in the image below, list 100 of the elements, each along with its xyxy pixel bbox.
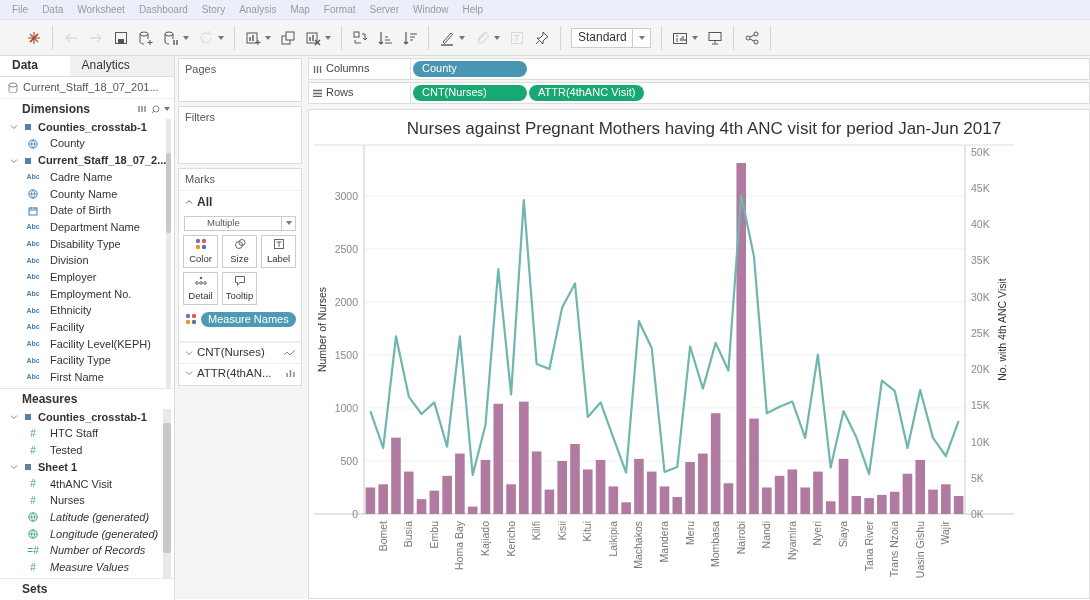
caret-icon[interactable]	[285, 221, 292, 226]
globe-icon	[28, 529, 38, 540]
bar-chart-icon	[286, 369, 295, 378]
sort-descending-icon[interactable]	[402, 29, 418, 46]
database-pause-icon[interactable]	[163, 29, 179, 46]
shelf-title: Filters	[184, 110, 216, 125]
globe-icon	[28, 139, 38, 150]
database-plus-icon[interactable]	[138, 29, 154, 46]
field-name[interactable]: Number of Records	[50, 544, 146, 558]
field-name[interactable]: Cadre Name	[50, 170, 113, 184]
caret-icon[interactable]	[164, 107, 170, 111]
scrollbar[interactable]	[166, 119, 171, 388]
marks-button[interactable]: Color	[183, 234, 218, 268]
field-name[interactable]: Department Name	[50, 220, 140, 235]
field-name[interactable]: County Name	[50, 187, 118, 201]
field-name[interactable]: County	[50, 137, 85, 151]
field-name[interactable]: Measure Values	[50, 560, 130, 575]
bar	[455, 453, 465, 514]
bar	[902, 473, 913, 514]
chart-plus-icon[interactable]	[245, 29, 261, 46]
grid-icon[interactable]	[138, 105, 147, 113]
field-type-icon: #	[24, 494, 42, 507]
axis-tick-label: 20K	[971, 362, 990, 375]
field-name[interactable]: First Name	[50, 371, 104, 385]
data-table-name[interactable]: Counties_crosstab-1	[38, 410, 147, 424]
bar	[570, 443, 580, 514]
field-type-icon: #	[24, 561, 42, 574]
field-name[interactable]: HTC Staff	[50, 427, 99, 441]
pin-icon[interactable]	[534, 29, 550, 46]
detail-icon	[194, 274, 207, 287]
caret-icon[interactable]	[459, 35, 465, 40]
category-label: Mombasa	[709, 520, 722, 567]
chevron-icon[interactable]	[185, 198, 193, 207]
field-name[interactable]: Facility	[50, 321, 85, 335]
data-table-name[interactable]: Counties_crosstab-1	[38, 120, 147, 134]
field-name[interactable]: Facility Type	[50, 354, 111, 368]
duplicate-icon[interactable]	[280, 29, 296, 46]
caret-icon[interactable]	[325, 35, 331, 40]
logo-icon[interactable]	[26, 29, 42, 46]
field-name[interactable]: Ethnicity	[50, 304, 92, 318]
marks-layer-name[interactable]: ATTR(4thAN...	[197, 366, 272, 381]
axis-title: No. with 4th ANC Visit	[996, 277, 1008, 381]
axis-tick-label: 500	[340, 454, 358, 467]
data-table-name[interactable]: Sheet 1	[38, 460, 78, 474]
save-icon[interactable]	[113, 29, 129, 46]
axis-tick-label: 40K	[971, 217, 990, 230]
field-name[interactable]: Tested	[50, 444, 83, 458]
axis-tick-label: 35K	[971, 253, 990, 266]
field-name[interactable]: 4thANC Visit	[50, 477, 113, 491]
bar	[442, 475, 452, 514]
bar	[774, 475, 785, 514]
category-label: Embu	[427, 520, 440, 549]
field-name[interactable]: Nurses	[50, 494, 85, 508]
table-icon	[24, 123, 32, 132]
line-chart-icon	[284, 348, 295, 357]
bar	[838, 458, 849, 514]
marks-button[interactable]: Label	[261, 234, 296, 268]
caret-icon[interactable]	[692, 35, 698, 40]
field-name[interactable]: Longitude (generated)	[50, 527, 159, 541]
category-label: Kericho	[504, 520, 517, 557]
category-label: Nairobi	[734, 520, 747, 554]
presentation-icon[interactable]	[707, 29, 723, 46]
caret-icon[interactable]	[183, 35, 189, 40]
field-name[interactable]: Employer	[50, 270, 97, 285]
caret-icon[interactable]	[638, 35, 645, 40]
field-name[interactable]: Latitude (generated)	[50, 510, 150, 525]
caret-icon[interactable]	[265, 35, 271, 40]
mark-type-dropdown[interactable]: Multiple	[184, 215, 296, 231]
bar	[915, 459, 926, 514]
axis-tick-label: 2500	[334, 242, 358, 255]
table-icon	[24, 156, 32, 165]
marks-section-title[interactable]: All	[197, 195, 213, 210]
search-icon[interactable]	[151, 104, 160, 114]
marks-button[interactable]: Size	[222, 234, 257, 268]
share-icon[interactable]	[744, 29, 760, 46]
globe-icon	[28, 189, 38, 200]
data-source-name[interactable]: Current_Staff_18_07_201...	[23, 80, 159, 95]
data-table-name[interactable]: Current_Staff_18_07_2...	[38, 154, 167, 168]
axis-tick-label: 0K	[971, 507, 984, 520]
bar	[557, 460, 567, 514]
sort-ascending-icon[interactable]	[377, 29, 393, 46]
field-name[interactable]: Employment No.	[50, 287, 132, 301]
scrollbar[interactable]	[163, 409, 171, 578]
field-name[interactable]: Disability Type	[50, 237, 121, 251]
category-label: Kilifi	[530, 520, 543, 540]
panel-tab[interactable]: Analytics	[69, 56, 174, 76]
swap-icon[interactable]	[352, 29, 368, 46]
color-dots-icon	[185, 313, 197, 326]
field-name[interactable]: Facility Level(KEPH)	[50, 337, 151, 351]
field-name[interactable]: Date of Birth	[50, 204, 112, 218]
category-label: Homa Bay	[453, 520, 466, 570]
chart-clear-icon[interactable]	[305, 29, 321, 46]
fit-dropdown[interactable]: Standard	[571, 27, 651, 48]
bar	[864, 497, 874, 514]
bar	[723, 482, 734, 514]
marks-button[interactable]: Detail	[183, 271, 218, 305]
marks-layer-name[interactable]: CNT(Nurses)	[197, 345, 265, 360]
marks-button[interactable]: Tooltip	[222, 271, 257, 305]
field-name[interactable]: Division	[50, 254, 89, 268]
category-label: Siaya	[837, 520, 849, 547]
